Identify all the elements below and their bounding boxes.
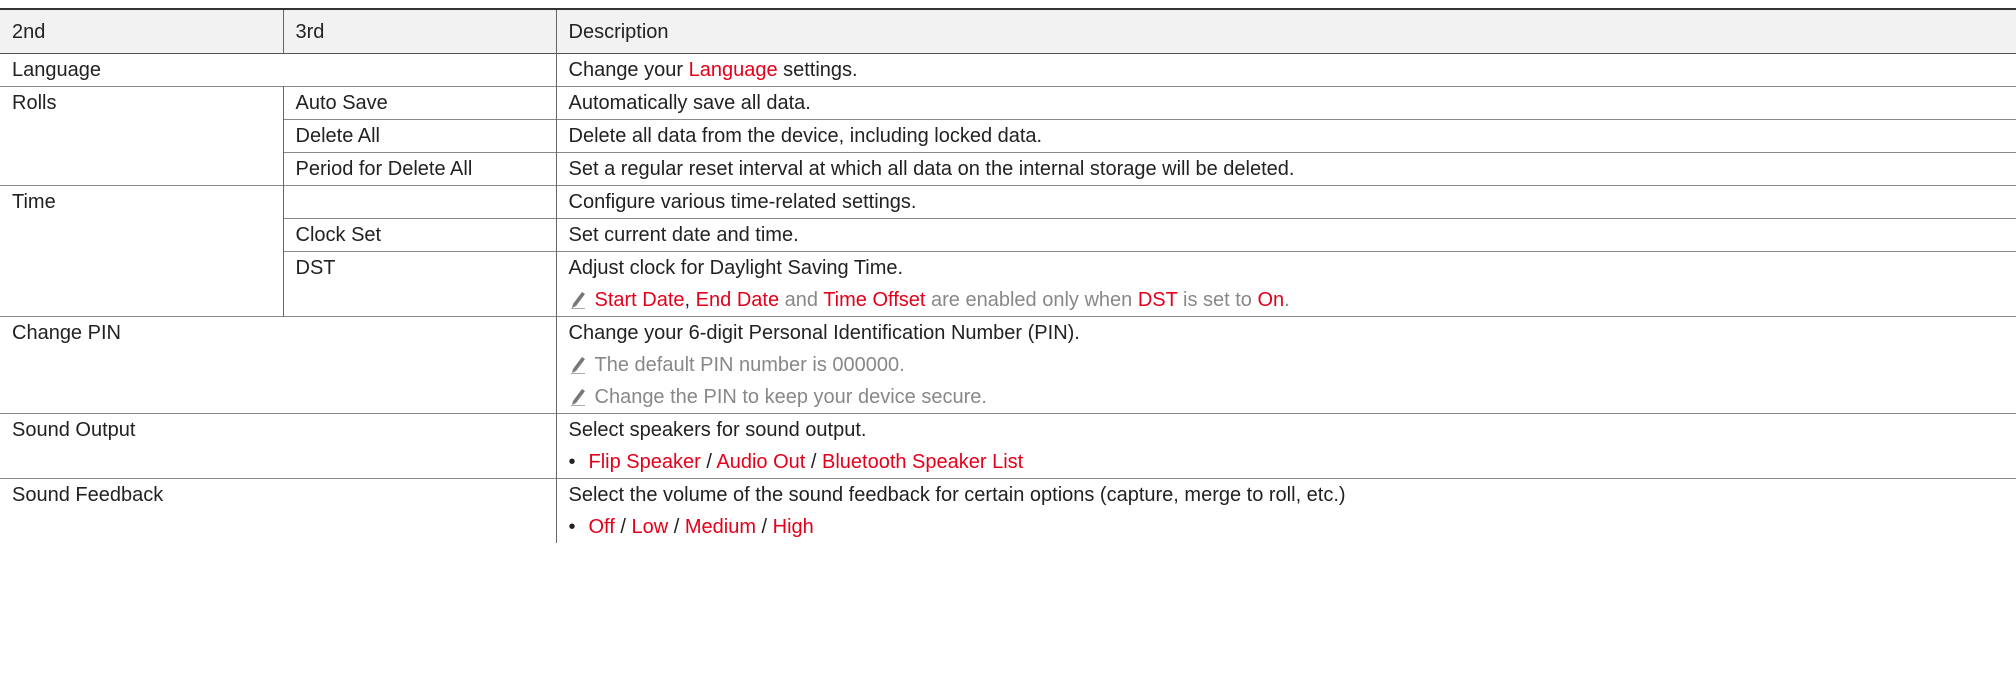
- desc-sound-output-text: Select speakers for sound output.: [568, 419, 867, 441]
- menu-sound-feedback[interactable]: Sound Feedback: [0, 478, 557, 543]
- note-dst: Start Date, End Date and Time Offset are…: [569, 284, 2005, 316]
- desc-change-pin: Change your 6-digit Personal Identificat…: [556, 316, 2016, 414]
- desc-period-delete-all: Set a regular reset interval at which al…: [556, 152, 2016, 186]
- table-row-rolls: Rolls Auto Save Automatically save all d…: [0, 86, 2016, 186]
- header-3rd: 3rd: [283, 9, 557, 54]
- options-sound-feedback: • Off / Low / Medium / High: [568, 516, 814, 538]
- table-row-delete-all: Delete All Delete all data from the devi…: [0, 119, 2016, 153]
- table-row-dst: DST Adjust clock for Daylight Saving Tim…: [0, 251, 2016, 317]
- settings-table: 2nd 3rd Description Language Change your…: [0, 8, 2016, 543]
- note-secure-pin: Change the PIN to keep your device secur…: [569, 381, 2005, 413]
- menu-change-pin[interactable]: Change PIN: [0, 316, 557, 414]
- menu-language[interactable]: Language: [0, 53, 557, 87]
- table-header-row: 2nd 3rd Description: [0, 9, 2016, 54]
- desc-dst-text: Adjust clock for Daylight Saving Time.: [568, 257, 904, 279]
- menu-auto-save[interactable]: Auto Save: [283, 86, 557, 120]
- desc-time: Configure various time-related settings.: [556, 185, 2016, 219]
- table-row-sound-feedback: Sound Feedback Select the volume of the …: [0, 478, 2016, 543]
- pencil-icon: [570, 389, 585, 406]
- table-row-change-pin: Change PIN Change your 6-digit Personal …: [0, 316, 2016, 414]
- desc-language: Change your Language settings.: [568, 59, 858, 81]
- pencil-icon: [570, 292, 585, 309]
- desc-clock-set: Set current date and time.: [556, 218, 2016, 252]
- desc-sound-feedback-text: Select the volume of the sound feedback …: [568, 484, 1346, 506]
- desc-change-pin-text: Change your 6-digit Personal Identificat…: [568, 322, 1080, 344]
- table-row-clock-set: Clock Set Set current date and time.: [0, 218, 2016, 252]
- cell-empty: [283, 185, 557, 219]
- desc-sound-feedback: Select the volume of the sound feedback …: [556, 478, 2016, 543]
- desc-delete-all: Delete all data from the device, includi…: [556, 119, 2016, 153]
- desc-sound-output: Select speakers for sound output. • Flip …: [556, 413, 2016, 479]
- table-row-time: Time Configure various time-related sett…: [0, 185, 2016, 317]
- table-row-period: Period for Delete All Set a regular rese…: [0, 152, 2016, 186]
- menu-clock-set[interactable]: Clock Set: [283, 218, 557, 252]
- pencil-icon: [570, 357, 585, 374]
- header-2nd: 2nd: [0, 9, 284, 54]
- table-row-language: Language Change your Language settings.: [0, 53, 2016, 87]
- menu-dst[interactable]: DST: [283, 251, 557, 317]
- menu-rolls[interactable]: Rolls: [0, 86, 284, 186]
- menu-sound-output[interactable]: Sound Output: [0, 413, 557, 479]
- options-sound-output: • Flip Speaker / Audio Out / Bluetooth Sp…: [568, 451, 1024, 473]
- menu-period-delete-all[interactable]: Period for Delete All: [283, 152, 557, 186]
- table-row-sound-output: Sound Output Select speakers for sound o…: [0, 413, 2016, 479]
- menu-time[interactable]: Time: [0, 185, 284, 317]
- note-default-pin: The default PIN number is 000000.: [569, 349, 2005, 381]
- desc-auto-save: Automatically save all data.: [556, 86, 2016, 120]
- header-description: Description: [556, 9, 2016, 54]
- menu-delete-all[interactable]: Delete All: [283, 119, 557, 153]
- desc-dst: Adjust clock for Daylight Saving Time. S…: [556, 251, 2016, 317]
